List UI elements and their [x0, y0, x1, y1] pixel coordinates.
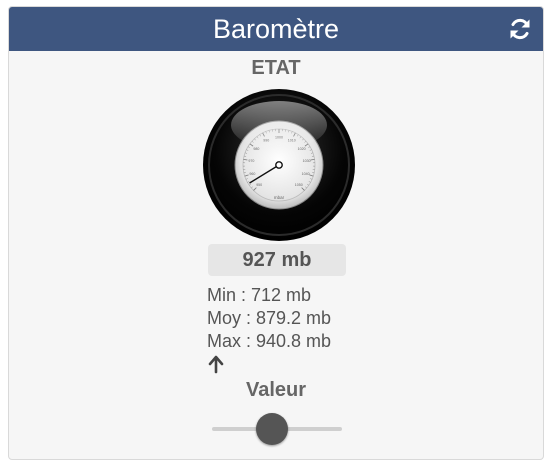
gauge-tick-label: 980 — [253, 147, 259, 151]
gauge-tick-label: 1040 — [302, 172, 310, 176]
gauge-tick-label: 1020 — [298, 147, 306, 151]
stat-max: Max : 940.8 mb — [207, 331, 332, 351]
current-value: 927 mb — [208, 244, 346, 276]
gauge-tick-label: 970 — [248, 159, 254, 163]
state-label: ETAT — [251, 57, 301, 79]
barometer-gauge: 950960970980990100010101020103010401050 … — [201, 87, 357, 243]
value-label: Valeur — [245, 379, 307, 401]
gauge-gloss — [231, 101, 327, 149]
stat-avg: Moy : 879.2 mb — [207, 308, 332, 328]
gauge-needle-hub — [275, 161, 283, 169]
widget-header: Baromètre — [9, 7, 543, 51]
gauge-unit-label: mbar — [274, 195, 285, 200]
widget-title: Baromètre — [212, 14, 340, 44]
value-slider[interactable] — [212, 412, 342, 446]
gauge-tick-label: 950 — [256, 183, 262, 187]
gauge-tick-label: 1030 — [303, 159, 311, 163]
stats-list: Min : 712 mb Moy : 879.2 mb Max : 940.8 … — [207, 284, 331, 353]
barometer-widget: Baromètre ETAT 950 960 970 980 1020 1030… — [8, 6, 544, 460]
gauge-tick-label: 960 — [249, 172, 255, 176]
refresh-icon[interactable] — [507, 16, 533, 42]
stat-min: Min : 712 mb — [207, 285, 312, 305]
gauge-tick-label: 1050 — [295, 183, 303, 187]
slider-thumb[interactable] — [256, 413, 289, 445]
arrow-up-icon — [207, 354, 225, 374]
